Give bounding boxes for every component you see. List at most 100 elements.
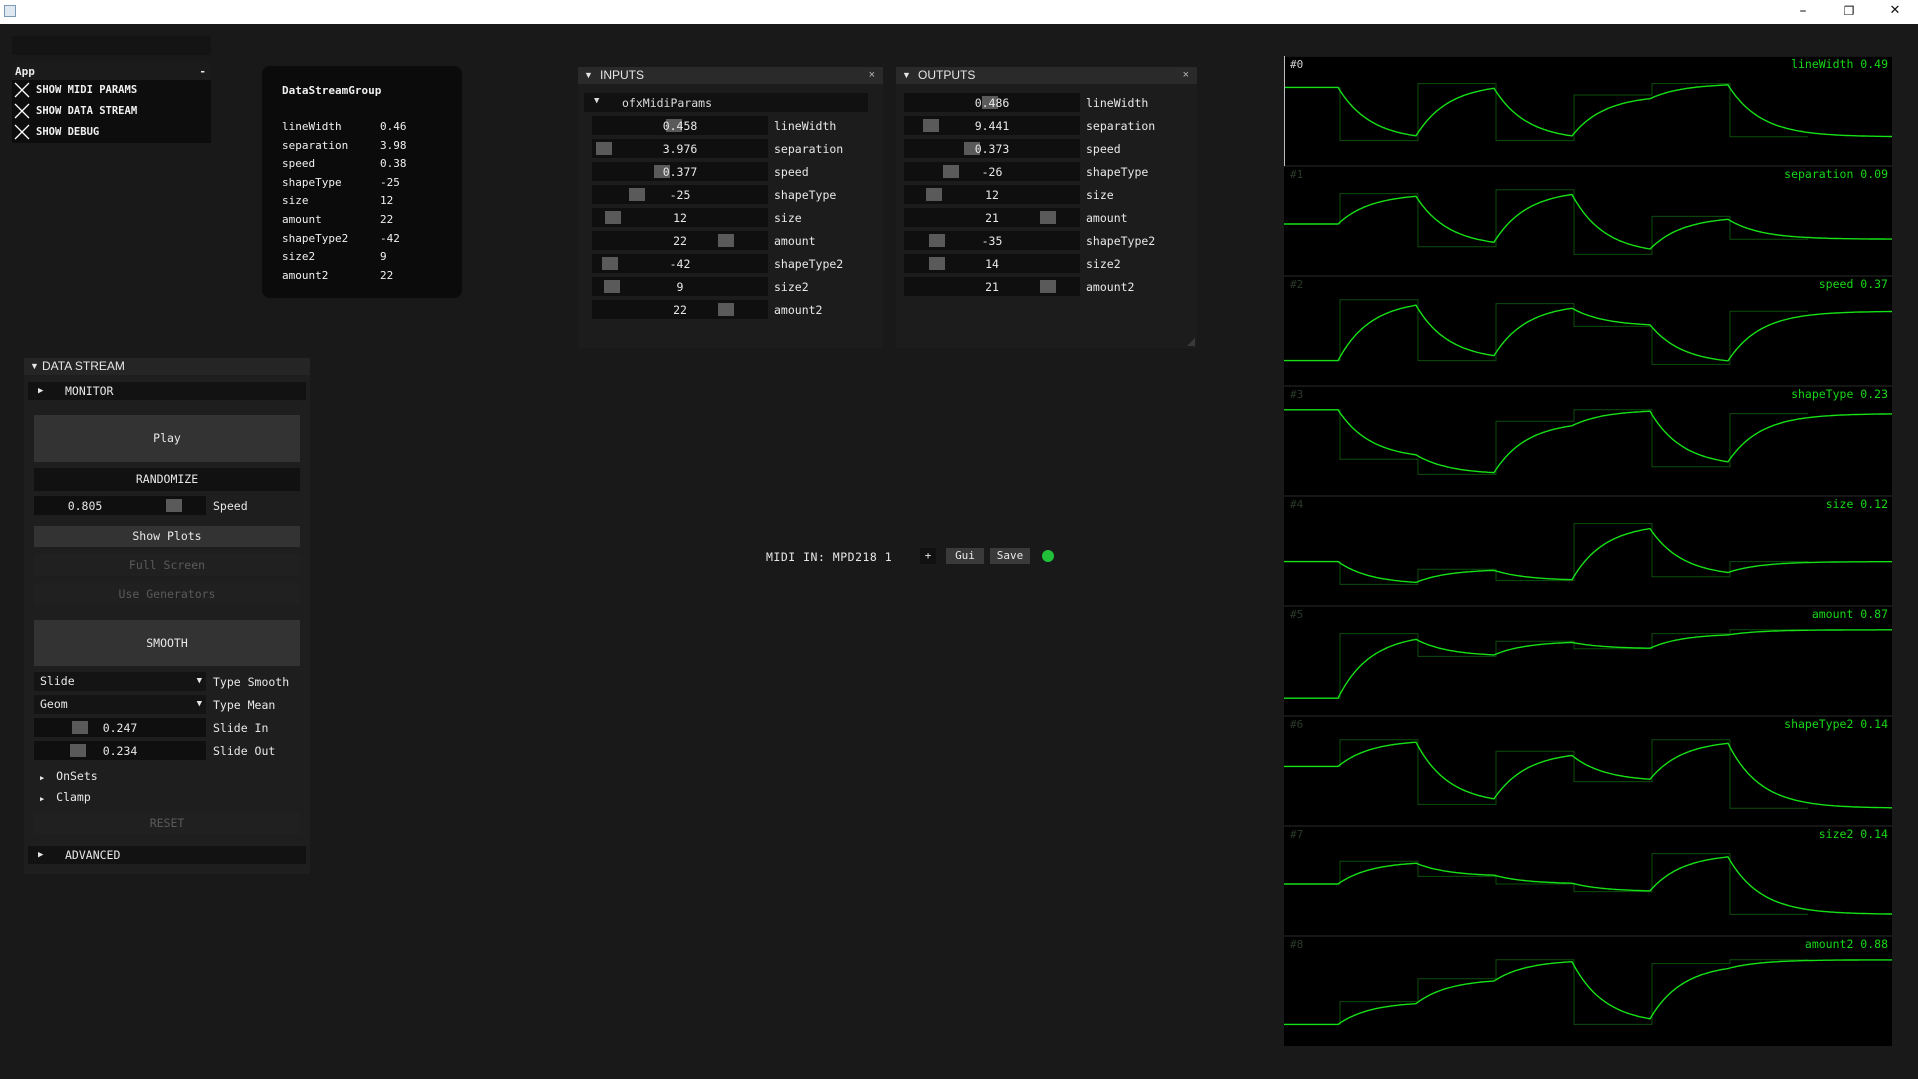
- param-slider[interactable]: 0.458: [592, 116, 768, 135]
- plot-target-line: [1284, 739, 1808, 809]
- reset-button[interactable]: RESET: [34, 813, 300, 834]
- param-slider[interactable]: 3.976: [592, 139, 768, 158]
- full-screen-button[interactable]: Full Screen: [34, 554, 300, 576]
- slider-grab[interactable]: [166, 499, 182, 512]
- slider-value: 0.458: [662, 119, 698, 133]
- plot-row: #8 amount2 0.88: [1284, 935, 1892, 1026]
- monitor-tree-node[interactable]: ▶ MONITOR: [28, 382, 306, 400]
- expand-triangle-icon: ▶: [40, 774, 45, 782]
- close-window-button[interactable]: ✕: [1872, 0, 1918, 24]
- expand-triangle-icon: ▶: [38, 386, 44, 396]
- stream-param-value: 9: [380, 250, 387, 263]
- collapse-triangle-icon[interactable]: ▼: [30, 358, 39, 375]
- param-slider[interactable]: 22: [592, 231, 768, 250]
- close-icon[interactable]: ×: [869, 67, 875, 84]
- datastream-group-panel: DataStreamGroup lineWidth 0.46 separatio…: [262, 66, 462, 298]
- param-slider[interactable]: 12: [904, 185, 1080, 204]
- show-plots-button[interactable]: Show Plots: [34, 526, 300, 547]
- app-input-box[interactable]: [12, 36, 211, 55]
- toggle-show-debug[interactable]: SHOW DEBUG: [12, 122, 211, 143]
- type-smooth-select[interactable]: Slide ▼: [34, 672, 206, 691]
- use-generators-button[interactable]: Use Generators: [34, 583, 300, 605]
- gui-button[interactable]: Gui: [946, 548, 984, 564]
- add-button[interactable]: +: [920, 548, 936, 564]
- param-slider[interactable]: 0.486: [904, 93, 1080, 112]
- param-slider[interactable]: -35: [904, 231, 1080, 250]
- slider-value: 0.234: [102, 744, 138, 758]
- minimize-button[interactable]: –: [1780, 0, 1826, 24]
- monitor-label: MONITOR: [65, 384, 114, 398]
- stream-param-name: size: [282, 194, 309, 207]
- midi-in-label: MIDI IN: MPD218 1: [766, 550, 893, 564]
- plot-target-line: [1284, 299, 1808, 365]
- param-slider[interactable]: 0.373: [904, 139, 1080, 158]
- stream-param-value: 22: [380, 269, 394, 282]
- param-slider[interactable]: 14: [904, 254, 1080, 273]
- slide-in-slider[interactable]: 0.247: [34, 718, 206, 737]
- toggle-label: SHOW DEBUG: [36, 126, 100, 138]
- slide-out-slider[interactable]: 0.234: [34, 741, 206, 760]
- plot-target-line: [1284, 189, 1808, 255]
- outputs-panel-title: OUTPUTS: [918, 68, 976, 82]
- slide-out-label: Slide Out: [213, 744, 276, 758]
- plot-index: #2: [1290, 278, 1303, 291]
- param-slider[interactable]: 0.377: [592, 162, 768, 181]
- close-icon[interactable]: ×: [1183, 67, 1189, 84]
- slider-label: speed: [1086, 142, 1121, 156]
- clamp-label: Clamp: [56, 790, 91, 804]
- plot-label: speed 0.37: [1819, 277, 1888, 291]
- dropdown-arrow-icon: ▼: [196, 699, 202, 709]
- advanced-tree-node[interactable]: ▶ ADVANCED: [28, 846, 306, 864]
- param-slider[interactable]: 9.441: [904, 116, 1080, 135]
- slider-value: 0.377: [662, 165, 698, 179]
- param-slider[interactable]: -25: [592, 185, 768, 204]
- slider-label: shapeType: [774, 188, 837, 202]
- plot-label: separation 0.09: [1784, 167, 1888, 181]
- slider-value: 9: [676, 280, 684, 294]
- stream-param-name: amount: [282, 213, 322, 226]
- plot-signal-line: [1284, 741, 1892, 809]
- param-slider[interactable]: 12: [592, 208, 768, 227]
- onsets-tree-node[interactable]: ▶ OnSets: [40, 769, 98, 783]
- speed-slider[interactable]: 0.805: [34, 496, 206, 515]
- plot-signal-line: [1284, 527, 1892, 584]
- dropdown-arrow-icon: ▼: [196, 676, 202, 686]
- slider-value: 14: [985, 257, 999, 271]
- clamp-tree-node[interactable]: ▶ Clamp: [40, 790, 91, 804]
- plot-target-line: [1284, 853, 1808, 915]
- param-slider[interactable]: 21: [904, 208, 1080, 227]
- tree-node-label: ofxMidiParams: [622, 96, 713, 110]
- param-slider[interactable]: 22: [592, 300, 768, 319]
- app-menu-header[interactable]: App -: [12, 63, 211, 80]
- plot-label: shapeType2 0.14: [1784, 717, 1888, 731]
- restore-button[interactable]: ❐: [1826, 0, 1872, 24]
- plot-signal-line: [1284, 959, 1892, 1026]
- plot-signal-line: [1284, 409, 1892, 474]
- param-slider[interactable]: 21: [904, 277, 1080, 296]
- plot-signal-line: [1284, 193, 1892, 250]
- param-slider[interactable]: -42: [592, 254, 768, 273]
- randomize-button[interactable]: RANDOMIZE: [34, 468, 300, 491]
- collapse-triangle-icon[interactable]: ▼: [902, 67, 911, 84]
- stream-param-name: size2: [282, 250, 316, 263]
- toggle-show-data-stream[interactable]: SHOW DATA STREAM: [12, 101, 211, 122]
- ofxmidiparams-tree-node[interactable]: ▼ ofxMidiParams: [584, 93, 868, 112]
- plot-row: #2 speed 0.37: [1284, 275, 1892, 365]
- data-stream-header[interactable]: ▼ DATA STREAM: [24, 358, 310, 375]
- outputs-panel-header[interactable]: ▼ OUTPUTS ×: [896, 67, 1197, 84]
- param-slider[interactable]: -26: [904, 162, 1080, 181]
- smooth-button[interactable]: SMOOTH: [34, 620, 300, 666]
- param-slider[interactable]: 9: [592, 277, 768, 296]
- collapse-icon[interactable]: -: [199, 63, 206, 80]
- resize-grip-icon[interactable]: [1187, 338, 1195, 346]
- save-button[interactable]: Save: [990, 548, 1030, 564]
- plot-index: #0: [1290, 58, 1303, 71]
- toggle-show-midi-params[interactable]: SHOW MIDI PARAMS: [12, 80, 211, 101]
- slider-value: 0.373: [974, 142, 1010, 156]
- type-mean-select[interactable]: Geom ▼: [34, 695, 206, 714]
- collapse-triangle-icon[interactable]: ▼: [584, 67, 593, 84]
- cross-icon: [14, 82, 30, 98]
- plot-index: #7: [1290, 828, 1303, 841]
- play-button[interactable]: Play: [34, 415, 300, 462]
- inputs-panel-header[interactable]: ▼ INPUTS ×: [578, 67, 883, 84]
